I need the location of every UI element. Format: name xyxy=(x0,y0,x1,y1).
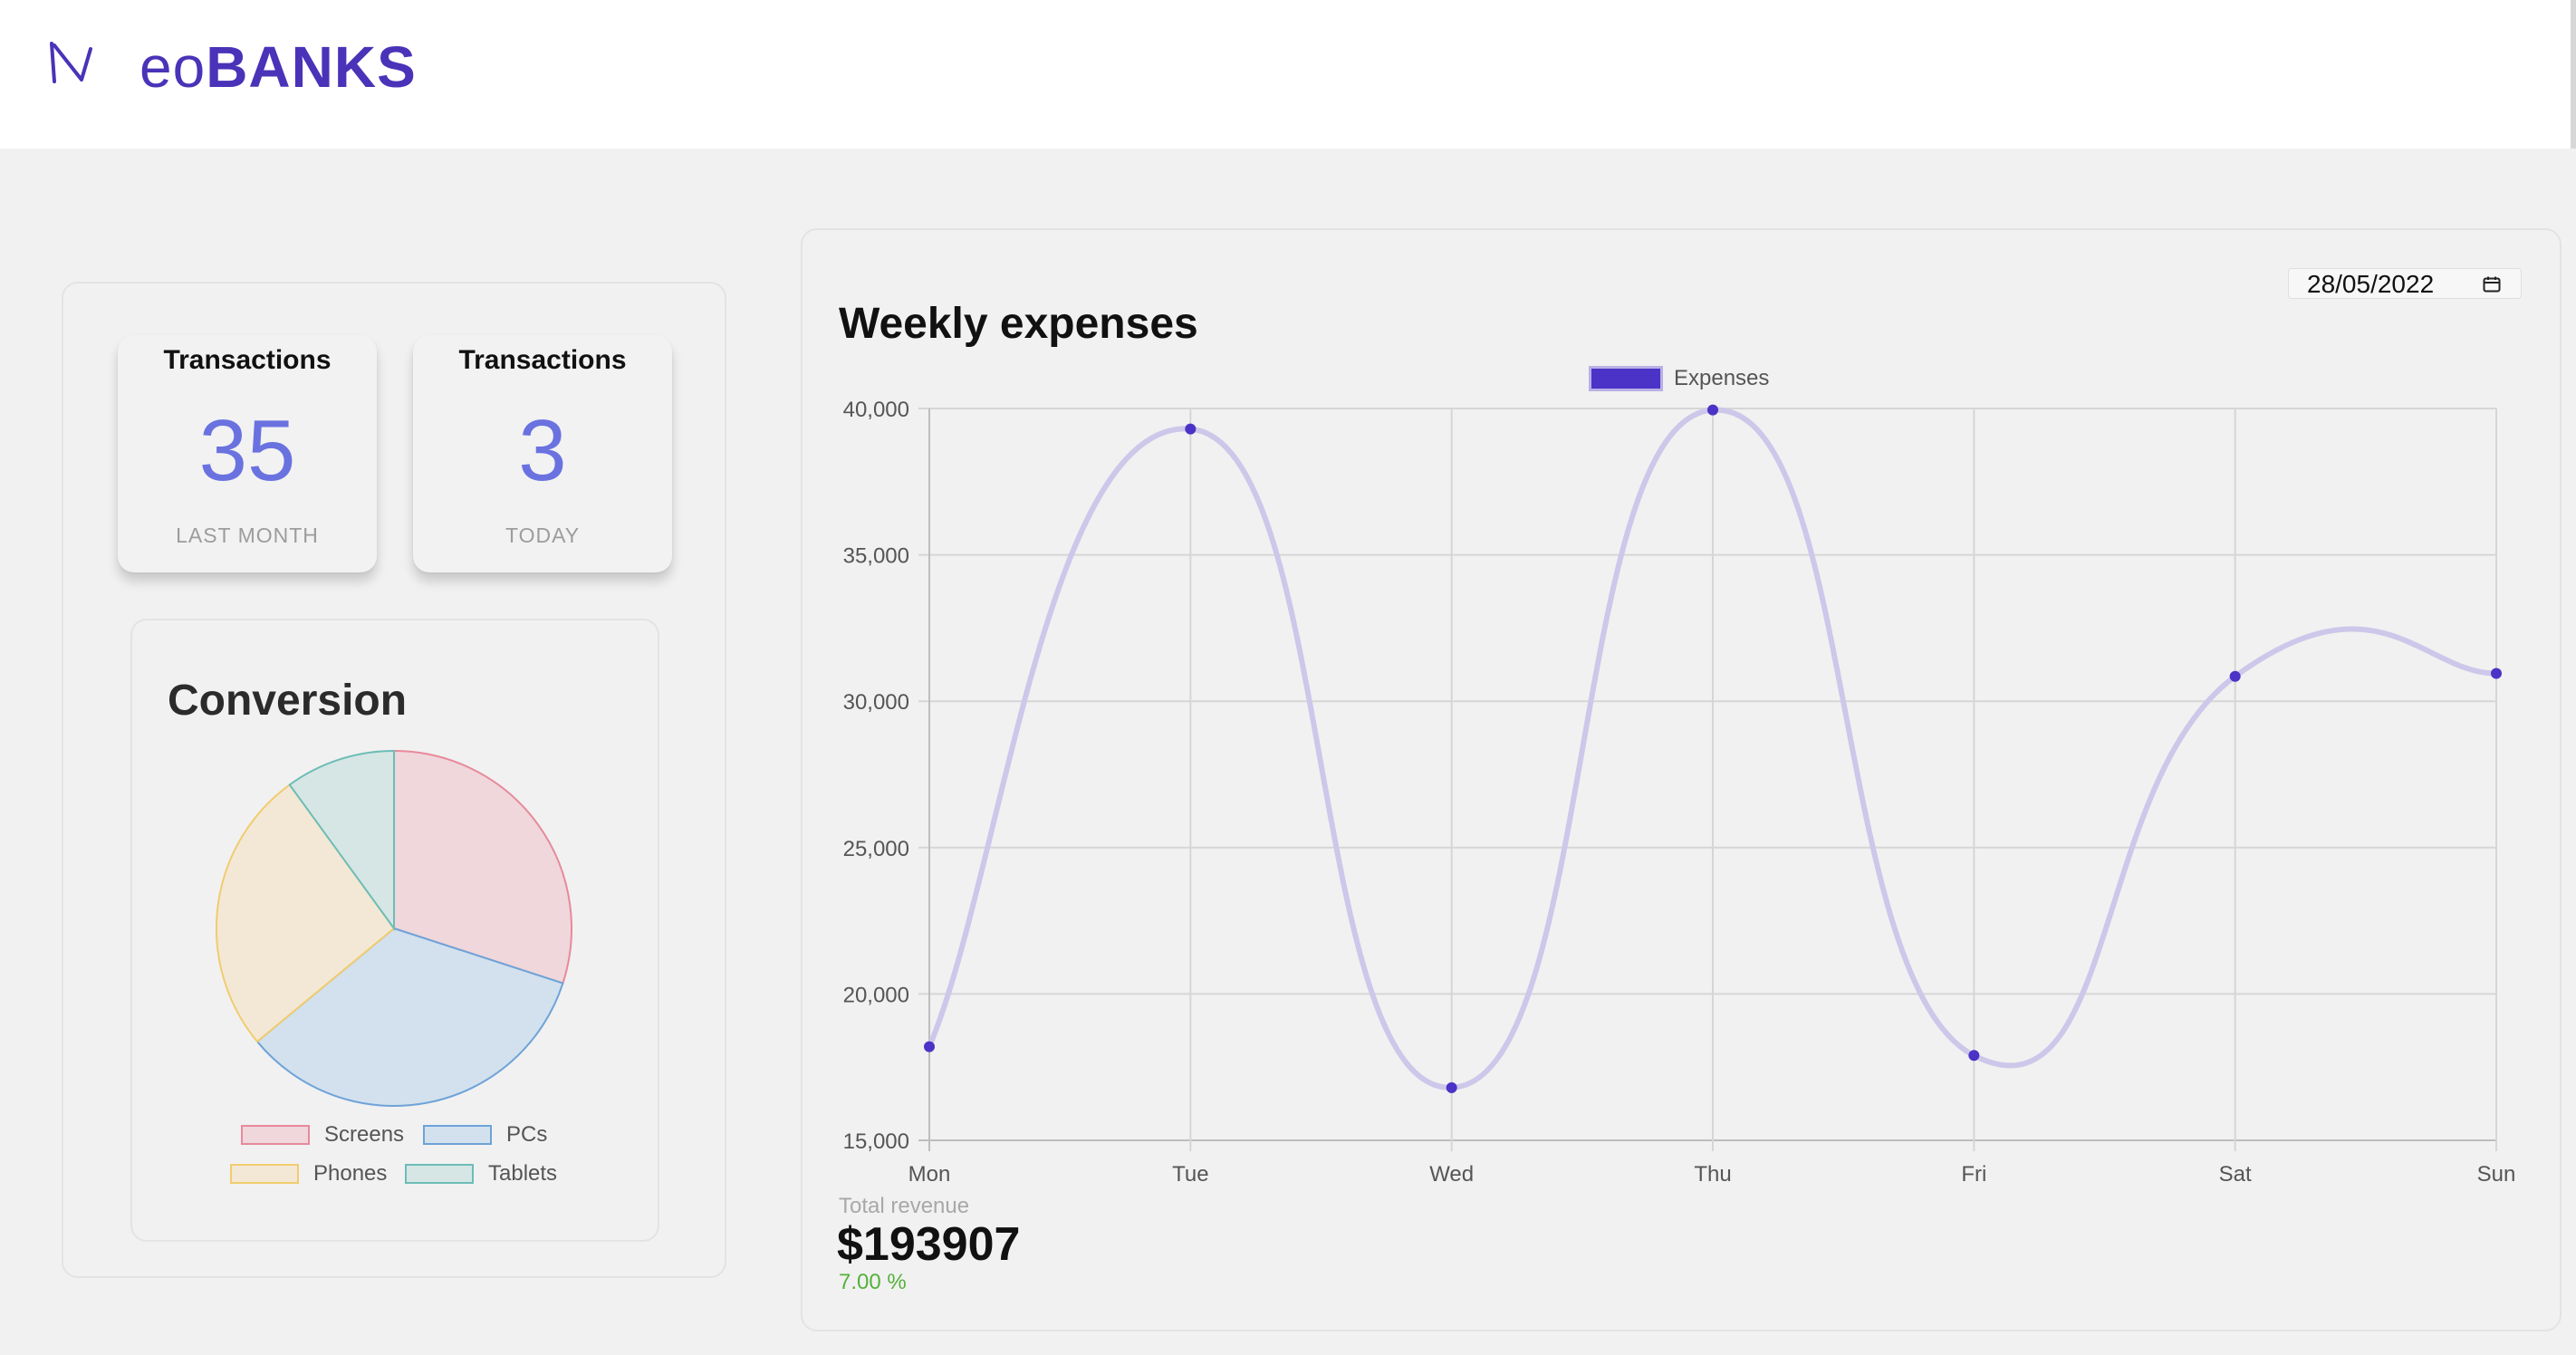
date-picker-input[interactable]: 28/05/2022 xyxy=(2288,268,2522,299)
legend-label: Tablets xyxy=(488,1161,558,1186)
conversion-title: Conversion xyxy=(168,677,408,725)
logo-n-mark xyxy=(50,42,92,83)
stat-title: Transactions xyxy=(458,345,627,375)
stat-title: Transactions xyxy=(163,345,332,375)
weekly-expenses-panel xyxy=(801,228,2562,1331)
legend-label: Phones xyxy=(313,1161,388,1186)
stat-sublabel: TODAY xyxy=(505,524,581,547)
legend-label: Expenses xyxy=(1674,366,1770,390)
top-bar: eoBANKS xyxy=(0,0,2576,149)
stat-card-last-month: Transactions 35 LAST MONTH xyxy=(118,335,377,572)
legend-item-tablets[interactable]: Tablets xyxy=(405,1161,568,1187)
stat-card-today: Transactions 3 TODAY xyxy=(413,335,672,572)
brand-logo[interactable]: eoBANKS xyxy=(49,38,416,100)
legend-swatch xyxy=(1589,366,1663,391)
legend-swatch xyxy=(230,1164,299,1184)
total-revenue-label: Total revenue xyxy=(839,1194,970,1218)
scrollbar[interactable] xyxy=(2571,0,2576,149)
total-revenue-value: $193907 xyxy=(837,1218,1021,1271)
stat-value: 3 xyxy=(518,402,567,499)
date-value: 28/05/2022 xyxy=(2307,270,2435,298)
legend-item-phones[interactable]: Phones xyxy=(230,1161,402,1187)
revenue-change: 7.00 % xyxy=(839,1270,907,1294)
stat-value: 35 xyxy=(198,402,296,499)
stat-sublabel: LAST MONTH xyxy=(176,524,319,547)
brand-name: eoBANKS xyxy=(139,34,417,100)
legend-item-screens[interactable]: Screens xyxy=(241,1122,413,1148)
legend-swatch xyxy=(405,1164,474,1184)
legend-label: Screens xyxy=(324,1122,405,1147)
calendar-icon[interactable] xyxy=(2483,276,2501,293)
legend-label: PCs xyxy=(506,1122,548,1147)
conversion-pie-chart xyxy=(216,749,572,1107)
legend-swatch xyxy=(423,1125,492,1145)
chart-title: Weekly expenses xyxy=(839,300,1198,348)
legend-item-pcs[interactable]: PCs xyxy=(423,1122,559,1148)
legend-swatch xyxy=(241,1125,310,1145)
